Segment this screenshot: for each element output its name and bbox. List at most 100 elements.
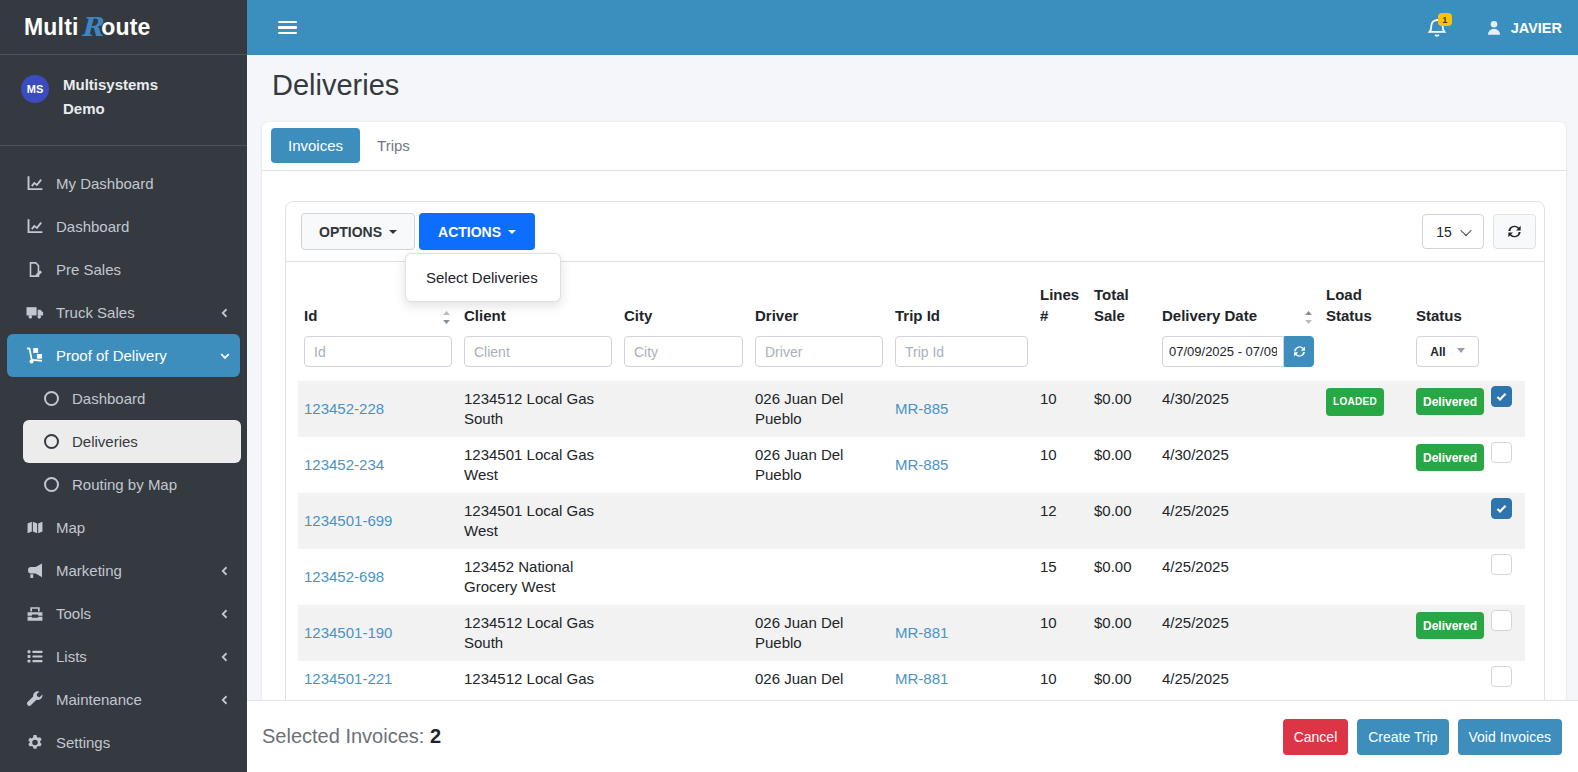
client-cell: 1234501 Local Gas West [458, 437, 618, 493]
sidebar-item-dashboard[interactable]: Dashboard [7, 205, 240, 248]
invoice-id-link[interactable]: 123452-234 [304, 456, 384, 473]
row-checkbox[interactable] [1491, 666, 1512, 687]
trip-id-link[interactable]: MR-881 [895, 624, 948, 641]
sort-icon [1303, 310, 1314, 325]
column-header-status[interactable]: Status [1410, 262, 1485, 336]
tab-bar: InvoicesTrips [262, 122, 1566, 171]
notification-badge: 1 [1438, 13, 1452, 26]
brand-logo[interactable]: MultiRoute [0, 0, 247, 55]
city-cell [618, 381, 749, 437]
row-checkbox[interactable] [1491, 610, 1512, 631]
gear-icon [26, 734, 45, 751]
chevron-left-icon [219, 565, 231, 577]
user-menu[interactable]: JAVIER [1485, 19, 1562, 37]
table-row: 1234501-699 1234501 Local Gas West 12 $0… [298, 493, 1525, 549]
client-cell: 1234512 Local Gas [458, 661, 618, 697]
column-header-trip-id[interactable]: Trip Id [889, 262, 1034, 336]
menu-item-select-deliveries[interactable]: Select Deliveries [406, 262, 560, 293]
tab-invoices[interactable]: Invoices [271, 128, 360, 163]
invoice-id-link[interactable]: 123452-228 [304, 400, 384, 417]
row-checkbox[interactable] [1491, 442, 1512, 463]
delivery-date-cell: 4/25/2025 [1156, 549, 1320, 605]
tab-trips[interactable]: Trips [360, 128, 427, 163]
invoice-id-link[interactable]: 1234501-190 [304, 624, 392, 641]
filter-date-range-input[interactable] [1162, 336, 1284, 367]
hamburger-menu-icon[interactable] [278, 18, 297, 37]
selection-footer: Selected Invoices: 2 CancelCreate TripVo… [247, 700, 1578, 772]
user-panel-name: Multisystems Demo [63, 73, 183, 121]
create-trip-button[interactable]: Create Trip [1357, 719, 1448, 755]
actions-button[interactable]: ACTIONS [419, 213, 535, 250]
total-sale-cell: $0.00 [1088, 605, 1156, 661]
column-header-select [1485, 262, 1525, 336]
refresh-icon [1292, 344, 1307, 359]
column-header-load-status[interactable]: Load Status [1320, 262, 1410, 336]
filter-city-input[interactable] [624, 336, 743, 367]
bullhorn-icon [26, 562, 45, 579]
city-cell [618, 437, 749, 493]
invoice-id-link[interactable]: 1234501-699 [304, 512, 392, 529]
delivery-status-badge: Delivered [1416, 444, 1484, 471]
chevron-left-icon [219, 694, 231, 706]
brand-part1: Multi [24, 14, 79, 41]
sidebar-item-tools[interactable]: Tools [7, 592, 240, 635]
chevron-down-icon [1460, 224, 1471, 235]
cancel-button[interactable]: Cancel [1283, 719, 1349, 755]
filter-id-input[interactable] [304, 336, 452, 367]
sidebar-item-my-dashboard[interactable]: My Dashboard [7, 162, 240, 205]
caret-down-icon [389, 230, 397, 234]
sidebar-item-routing-by-map[interactable]: Routing by Map [23, 463, 241, 506]
sidebar-item-proof-of-delivery[interactable]: Proof of Delivery [7, 334, 240, 377]
caret-down-icon [1457, 348, 1465, 353]
deliveries-card: InvoicesTrips OPTIONS ACTIONS 15 Select … [262, 122, 1566, 772]
sidebar-item-deliveries[interactable]: Deliveries [23, 420, 241, 463]
lines-cell: 10 [1034, 661, 1088, 697]
map-icon [26, 519, 45, 536]
city-cell [618, 549, 749, 605]
sidebar-item-settings[interactable]: Settings [7, 721, 240, 764]
chart-line-icon [26, 175, 45, 192]
avatar: MS [21, 75, 49, 103]
filter-client-input[interactable] [464, 336, 612, 367]
column-header-city[interactable]: City [618, 262, 749, 336]
sidebar-item-lists[interactable]: Lists [7, 635, 240, 678]
driver-cell: 026 Juan Del Pueblo [749, 437, 889, 493]
sidebar-item-marketing[interactable]: Marketing [7, 549, 240, 592]
trip-id-link[interactable]: MR-885 [895, 400, 948, 417]
options-button[interactable]: OPTIONS [301, 213, 415, 250]
trip-id-link[interactable]: MR-881 [895, 670, 948, 687]
void-invoices-button[interactable]: Void Invoices [1458, 719, 1563, 755]
column-header-driver[interactable]: Driver [749, 262, 889, 336]
sidebar-item-pre-sales[interactable]: Pre Sales [7, 248, 240, 291]
invoice-id-link[interactable]: 123452-698 [304, 568, 384, 585]
topbar: 1 JAVIER [247, 0, 1578, 55]
invoice-id-link[interactable]: 1234501-221 [304, 670, 392, 687]
sidebar-item-map[interactable]: Map [7, 506, 240, 549]
user-panel[interactable]: MS Multisystems Demo [0, 55, 247, 146]
date-refresh-button[interactable] [1284, 336, 1314, 367]
dolly-icon [26, 347, 45, 364]
filter-status-select[interactable]: All [1416, 336, 1479, 367]
trip-id-link[interactable]: MR-885 [895, 456, 948, 473]
column-header-delivery-date[interactable]: Delivery Date [1156, 262, 1320, 336]
content: Deliveries InvoicesTrips OPTIONS ACTIONS… [247, 55, 1578, 772]
filter-driver-input[interactable] [755, 336, 883, 367]
sidebar-item-dashboard[interactable]: Dashboard [23, 377, 241, 420]
page-size-select[interactable]: 15 [1422, 214, 1484, 249]
refresh-button[interactable] [1493, 214, 1536, 249]
sort-icon [441, 310, 452, 325]
column-header-lines[interactable]: Lines # [1034, 262, 1088, 336]
row-checkbox[interactable] [1491, 554, 1512, 575]
client-cell: 1234512 Local Gas South [458, 381, 618, 437]
column-header-total-sale[interactable]: Total Sale [1088, 262, 1156, 336]
sidebar-item-maintenance[interactable]: Maintenance [7, 678, 240, 721]
lines-cell: 10 [1034, 381, 1088, 437]
row-checkbox[interactable] [1491, 498, 1512, 519]
city-cell [618, 661, 749, 697]
sidebar-item-truck-sales[interactable]: Truck Sales [7, 291, 240, 334]
file-pen-icon [26, 261, 45, 278]
filter-trip-id-input[interactable] [895, 336, 1028, 367]
row-checkbox[interactable] [1491, 386, 1512, 407]
circle-icon [44, 477, 59, 492]
notifications-button[interactable]: 1 [1427, 17, 1447, 38]
